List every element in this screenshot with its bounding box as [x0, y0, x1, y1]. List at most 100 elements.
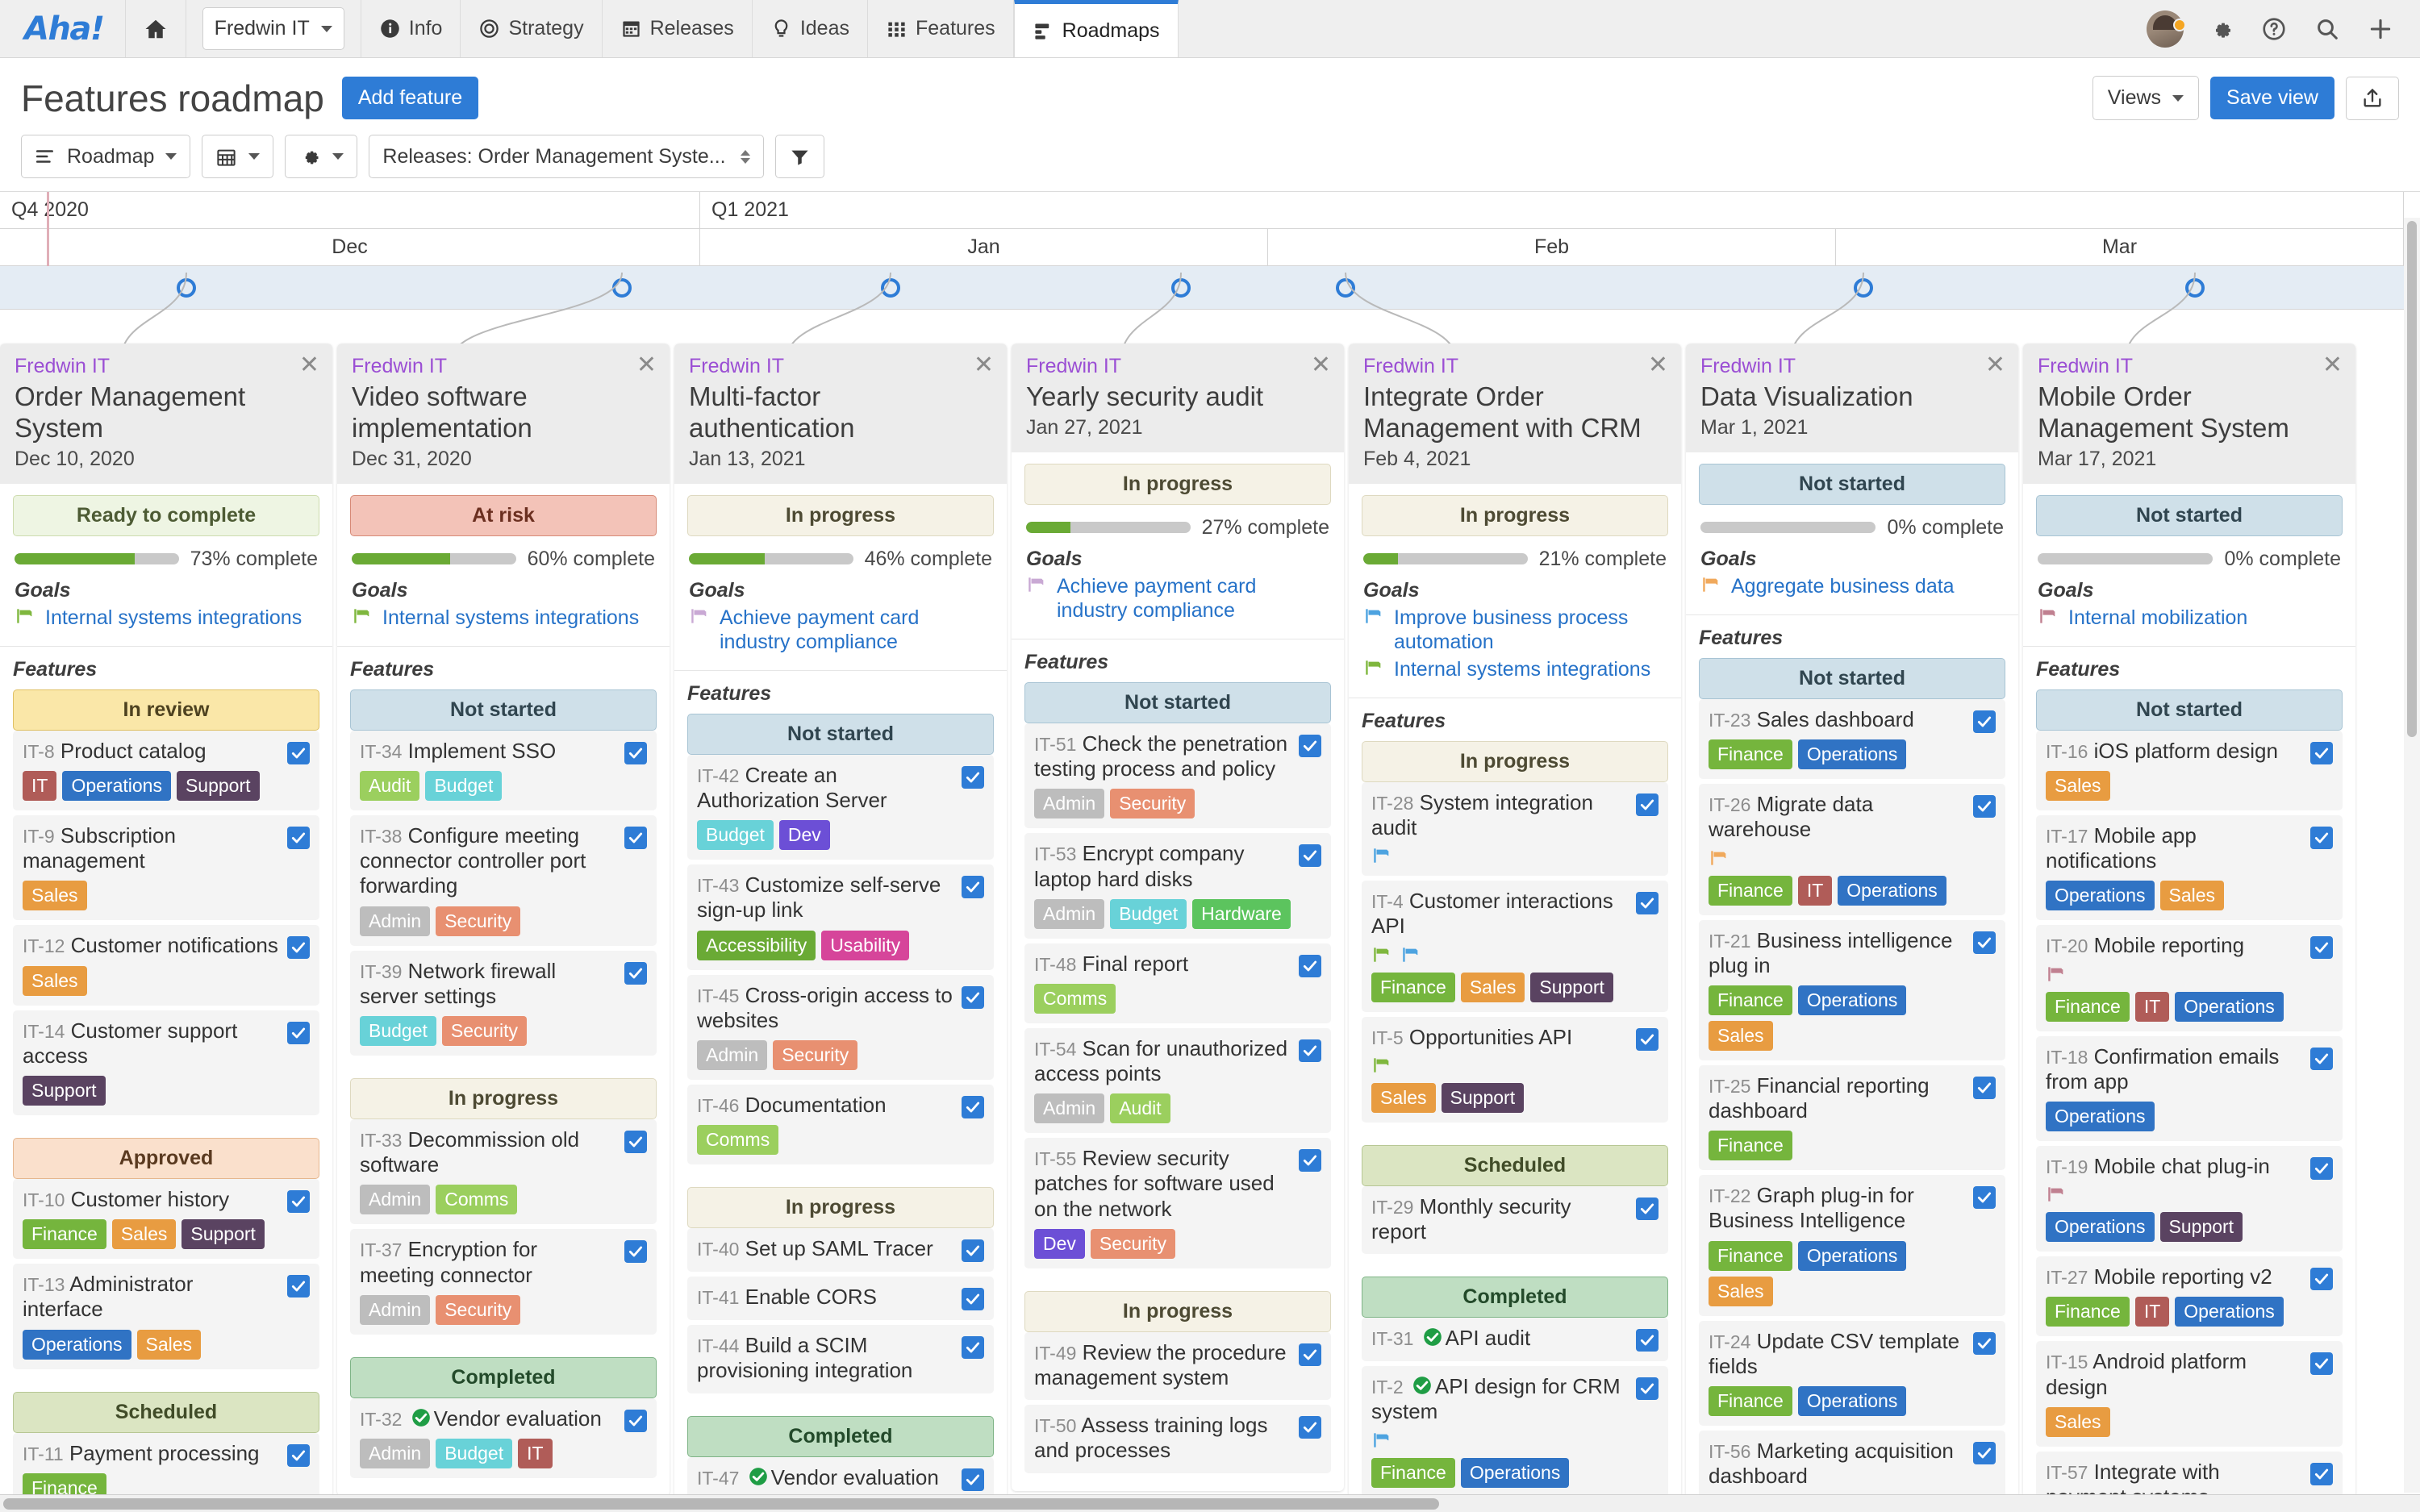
tag[interactable]: Budget: [1110, 898, 1187, 929]
tag[interactable]: Support: [1441, 1082, 1525, 1113]
tag[interactable]: Comms: [436, 1185, 518, 1215]
tag[interactable]: IT: [23, 771, 57, 802]
goal-link[interactable]: Internal systems integrations: [382, 606, 639, 630]
tag[interactable]: Admin: [360, 1185, 431, 1215]
feature-checkbox[interactable]: [1973, 795, 1996, 818]
feature-row[interactable]: IT-49 Review the procedure management sy…: [1024, 1331, 1331, 1401]
goal-link[interactable]: Improve business process automation: [1394, 606, 1668, 654]
feature-checkbox[interactable]: [287, 1275, 310, 1298]
feature-checkbox[interactable]: [1299, 1149, 1321, 1173]
close-icon[interactable]: ✕: [1648, 353, 1668, 377]
goal-item[interactable]: Achieve payment card industry compliance: [689, 606, 994, 654]
feature-checkbox[interactable]: [1299, 954, 1321, 977]
feature-row[interactable]: IT-32 Vendor evaluation Admin Budget IT: [350, 1397, 657, 1478]
feature-checkbox[interactable]: [1973, 1331, 1996, 1355]
feature-checkbox[interactable]: [287, 1190, 310, 1213]
share-button[interactable]: [2346, 76, 2399, 120]
status-badge[interactable]: In progress: [1024, 463, 1331, 505]
goal-link[interactable]: Aggregate business data: [1731, 574, 1955, 598]
feature-checkbox[interactable]: [962, 1096, 984, 1118]
feature-checkbox[interactable]: [1973, 1442, 1996, 1464]
feature-checkbox[interactable]: [2310, 1047, 2333, 1070]
feature-row[interactable]: IT-19 Mobile chat plug-in Operations Suppo…: [2036, 1146, 2343, 1252]
feature-row[interactable]: IT-53 Encrypt company laptop hard disks A…: [1024, 833, 1331, 939]
feature-row[interactable]: IT-22 Graph plug-in for Business Intelli…: [1699, 1175, 2005, 1316]
tag[interactable]: Admin: [360, 1438, 431, 1468]
feature-row[interactable]: IT-33 Decommission old software Admin Comm…: [350, 1119, 657, 1225]
tab-info[interactable]: Info: [361, 0, 461, 57]
feature-row[interactable]: IT-31 API audit: [1362, 1318, 1668, 1362]
goal-item[interactable]: Internal systems integrations: [15, 606, 319, 630]
status-badge[interactable]: Not started: [2036, 494, 2343, 536]
tag[interactable]: Support: [176, 771, 260, 802]
release-marker[interactable]: [1171, 277, 1191, 298]
feature-checkbox[interactable]: [1636, 1027, 1659, 1051]
vertical-scrollbar[interactable]: [2404, 218, 2420, 1493]
save-view-button[interactable]: Save view: [2210, 77, 2334, 119]
feature-checkbox[interactable]: [962, 985, 984, 1009]
feature-row[interactable]: IT-34 Implement SSO Audit Budget: [350, 730, 657, 811]
tag[interactable]: Audit: [360, 771, 420, 802]
feature-row[interactable]: IT-50 Assess training logs and processes: [1024, 1405, 1331, 1473]
feature-row[interactable]: IT-20 Mobile reporting Finance IT Operation…: [2036, 925, 2343, 1031]
tag[interactable]: Finance: [23, 1219, 106, 1250]
feature-row[interactable]: IT-41 Enable CORS: [687, 1277, 994, 1321]
tag[interactable]: IT: [2134, 991, 2170, 1022]
tag[interactable]: Dev: [1034, 1228, 1085, 1259]
goal-link[interactable]: Internal mobilization: [2068, 606, 2247, 630]
tag[interactable]: Operations: [2046, 1102, 2155, 1131]
date-range-dropdown[interactable]: [202, 135, 274, 178]
feature-row[interactable]: IT-8 Product catalog IT Operations Support: [13, 730, 319, 811]
tag[interactable]: Sales: [111, 1219, 177, 1250]
horizontal-scrollbar[interactable]: [0, 1494, 2420, 1512]
feature-row[interactable]: IT-42 Create an Authorization Server Budg…: [687, 754, 994, 860]
tag[interactable]: Hardware: [1192, 898, 1291, 929]
feature-row[interactable]: IT-23 Sales dashboard Finance Operations: [1699, 698, 2005, 780]
feature-checkbox[interactable]: [962, 876, 984, 899]
feature-row[interactable]: IT-55 Review security patches for softwa…: [1024, 1138, 1331, 1268]
feature-checkbox[interactable]: [1299, 1343, 1321, 1366]
feature-row[interactable]: IT-12 Customer notifications Sales: [13, 925, 319, 1006]
feature-checkbox[interactable]: [1636, 1197, 1659, 1220]
feature-checkbox[interactable]: [2310, 741, 2333, 764]
release-marker[interactable]: [1854, 277, 1873, 298]
feature-checkbox[interactable]: [287, 741, 310, 764]
goal-link[interactable]: Internal systems integrations: [45, 606, 302, 630]
tag[interactable]: Audit: [1110, 1093, 1170, 1124]
feature-row[interactable]: IT-15 Android platform design Sales: [2036, 1341, 2343, 1447]
tag[interactable]: Admin: [1034, 1093, 1105, 1124]
feature-row[interactable]: IT-37 Encryption for meeting connector Ad…: [350, 1229, 657, 1335]
feature-row[interactable]: IT-54 Scan for unauthorized access point…: [1024, 1027, 1331, 1134]
feature-checkbox[interactable]: [962, 1468, 984, 1491]
feature-checkbox[interactable]: [1973, 1076, 1996, 1099]
release-filter-select[interactable]: Releases: Order Management Syste...: [369, 135, 764, 178]
feature-row[interactable]: IT-2 API design for CRM system Finance Ope…: [1362, 1366, 1668, 1497]
feature-checkbox[interactable]: [2310, 1157, 2333, 1180]
feature-checkbox[interactable]: [624, 827, 647, 850]
feature-row[interactable]: IT-16 iOS platform design Sales: [2036, 730, 2343, 811]
tag[interactable]: IT: [1797, 875, 1833, 906]
feature-row[interactable]: IT-51 Check the penetration testing proc…: [1024, 723, 1331, 829]
feature-row[interactable]: IT-24 Update CSV template fields Finance O…: [1699, 1320, 2005, 1426]
status-badge[interactable]: In progress: [687, 494, 994, 536]
tag[interactable]: Budget: [436, 1438, 513, 1468]
feature-checkbox[interactable]: [287, 1021, 310, 1044]
goal-link[interactable]: Achieve payment card industry compliance: [720, 606, 994, 654]
feature-row[interactable]: IT-26 Migrate data warehouse Finance IT Ope…: [1699, 784, 2005, 915]
tag[interactable]: Security: [436, 1294, 521, 1325]
feature-checkbox[interactable]: [2310, 1462, 2333, 1485]
tab-features[interactable]: Features: [868, 0, 1014, 57]
feature-checkbox[interactable]: [1973, 931, 1996, 954]
tag[interactable]: Operations: [1797, 739, 1907, 770]
tag[interactable]: Operations: [1460, 1457, 1570, 1488]
feature-checkbox[interactable]: [1636, 1329, 1659, 1352]
feature-checkbox[interactable]: [287, 936, 310, 960]
add-feature-button[interactable]: Add feature: [341, 77, 479, 119]
tag[interactable]: Admin: [697, 1040, 768, 1070]
help-button[interactable]: [2249, 0, 2299, 58]
release-card[interactable]: Fredwin IT ✕ Integrate Order Management wi…: [1349, 344, 1681, 1512]
goal-item[interactable]: Internal mobilization: [2038, 606, 2343, 630]
add-button[interactable]: [2355, 0, 2405, 58]
goal-link[interactable]: Achieve payment card industry compliance: [1057, 574, 1331, 623]
feature-row[interactable]: IT-44 Build a SCIM provisioning integrat…: [687, 1325, 994, 1393]
